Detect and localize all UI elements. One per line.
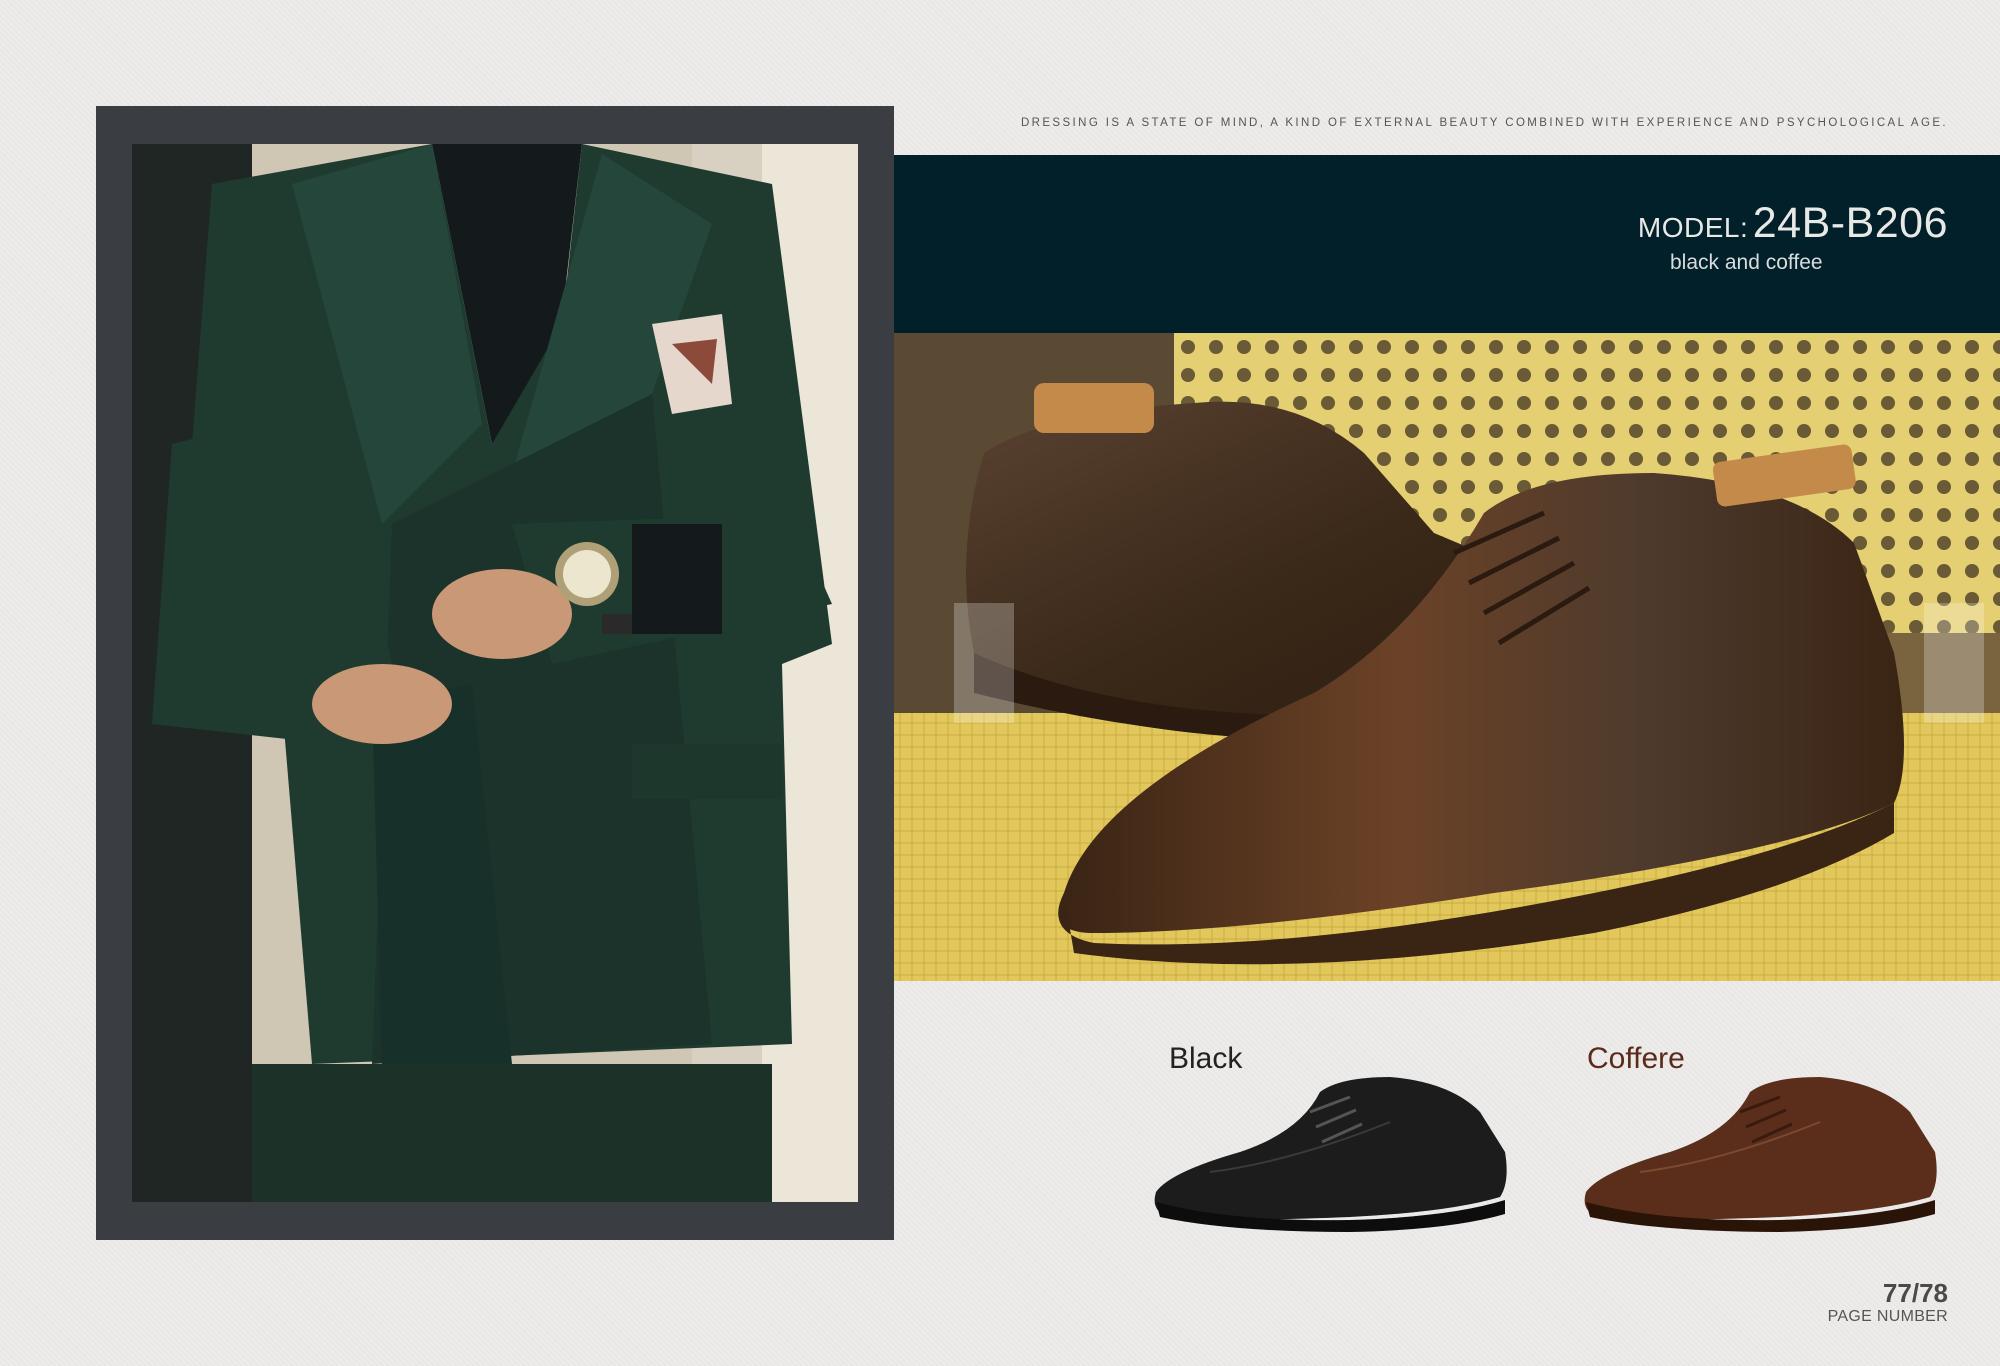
variant-black-label: Black [1169,1042,1243,1075]
suit-illustration [132,144,858,1202]
hero-shoe-photo [894,333,2000,981]
lifestyle-photo-suit [132,144,858,1202]
model-heading: MODEL: 24B-B206 [1638,199,1948,248]
variant-coffee-shoe-image [1580,1072,1950,1232]
lifestyle-photo-frame [96,106,894,1240]
page-number-label: PAGE NUMBER [1827,1308,1948,1325]
model-label: MODEL: [1637,212,1749,243]
variant-coffee-label: Coffere [1587,1042,1685,1075]
variant-black-shoe-image [1150,1072,1520,1232]
hero-shoe-illustration [894,333,2000,981]
catalog-page: DRESSING IS A STATE OF MIND, A KIND OF E… [0,0,2000,1366]
page-number: 77/78 [1882,1278,1948,1308]
model-band: MODEL: 24B-B206 black and coffee [894,155,2000,333]
tagline: DRESSING IS A STATE OF MIND, A KIND OF E… [1020,117,1948,129]
model-code: 24B-B206 [1752,199,1948,247]
page-number-block: 77/78 PAGE NUMBER [1828,1278,1948,1326]
model-color-description: black and coffee [1670,251,1823,274]
